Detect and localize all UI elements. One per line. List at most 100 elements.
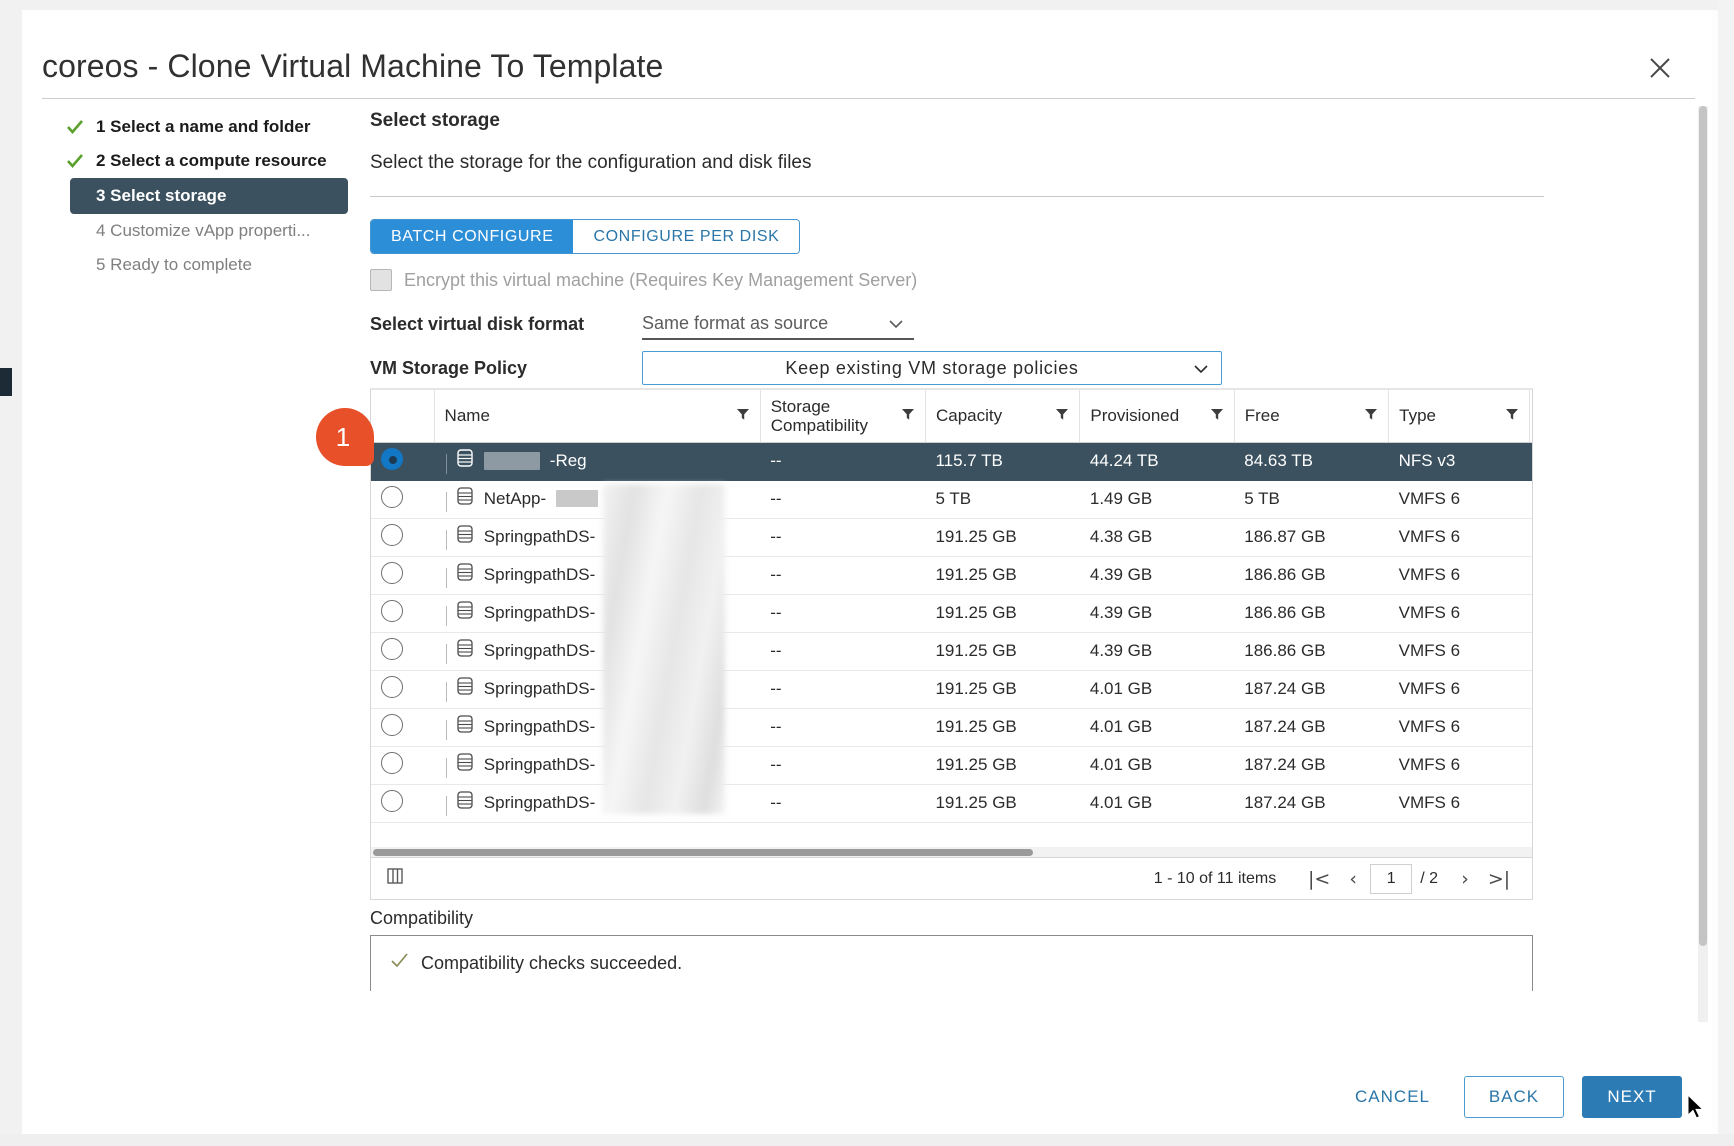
sidebar-item-select-storage[interactable]: 3 Select storage	[70, 178, 348, 214]
filter-icon[interactable]	[1364, 406, 1378, 425]
row-cluster	[1529, 480, 1532, 519]
filter-icon[interactable]	[1505, 406, 1519, 425]
table-row[interactable]: SpringpathDS- -- 191.25 GB 4.39 GB 186.8…	[371, 594, 1532, 633]
dialog-vertical-scrollbar[interactable]	[1698, 106, 1708, 1022]
annotation-badge-1: 1	[316, 408, 374, 466]
table-row[interactable]: SpringpathDS- -- 191.25 GB 4.39 GB 186.8…	[371, 632, 1532, 671]
row-capacity: 191.25 GB	[925, 518, 1080, 557]
row-radio[interactable]	[381, 751, 403, 774]
pagination-first-button[interactable]: |<	[1302, 864, 1336, 894]
row-free: 186.86 GB	[1234, 594, 1389, 633]
row-radio[interactable]	[381, 789, 403, 812]
table-horizontal-scrollbar[interactable]	[371, 847, 1532, 857]
row-select-cell[interactable]	[371, 708, 435, 747]
row-select-cell[interactable]	[371, 480, 435, 519]
row-type: VMFS 6	[1388, 784, 1530, 823]
row-select-cell[interactable]	[371, 442, 435, 481]
column-header-storage-compatibility[interactable]: Storage Compatibility	[760, 390, 926, 443]
screen: coreos - Clone Virtual Machine To Templa…	[0, 0, 1734, 1146]
row-free: 186.87 GB	[1234, 518, 1389, 557]
scrollbar-thumb[interactable]	[1699, 106, 1707, 946]
table-row[interactable]: SpringpathDS- -- 191.25 GB 4.01 GB 187.2…	[371, 670, 1532, 709]
row-compat: --	[760, 708, 926, 747]
pagination-next-button[interactable]: ›	[1448, 864, 1482, 894]
row-free: 187.24 GB	[1234, 708, 1389, 747]
filter-icon[interactable]	[1055, 406, 1069, 425]
column-header-free[interactable]: Free	[1234, 390, 1390, 443]
sidebar-item-label: 2 Select a compute resource	[96, 151, 327, 170]
column-header-capacity[interactable]: Capacity	[925, 390, 1081, 443]
storage-policy-value: Keep existing VM storage policies	[785, 357, 1079, 378]
table-row[interactable]: -Reg -- 115.7 TB 44.24 TB 84.63 TB NFS v…	[371, 442, 1532, 481]
row-select-cell[interactable]	[371, 632, 435, 671]
table-header: Name Storage Compatibility Capacity Prov…	[371, 390, 1532, 443]
row-select-cell[interactable]	[371, 556, 435, 595]
column-picker-icon[interactable]	[385, 866, 405, 891]
back-button[interactable]: BACK	[1464, 1076, 1564, 1118]
column-header-name[interactable]: Name	[434, 390, 761, 443]
column-header-provisioned[interactable]: Provisioned	[1079, 390, 1235, 443]
sidebar-item-select-compute-resource[interactable]: 2 Select a compute resource	[44, 144, 344, 178]
table-row[interactable]: SpringpathDS- -- 191.25 GB 4.38 GB 186.8…	[371, 518, 1532, 557]
close-icon[interactable]	[1646, 54, 1674, 82]
next-button[interactable]: NEXT	[1582, 1076, 1682, 1118]
window-left-edge	[0, 0, 22, 1146]
column-header-cluster[interactable]: Cluste	[1529, 390, 1532, 443]
row-free: 187.24 GB	[1234, 746, 1389, 785]
table-row[interactable]: SpringpathDS- -- 191.25 GB 4.01 GB 187.2…	[371, 784, 1532, 823]
chevron-down-icon	[888, 316, 904, 337]
column-header-type[interactable]: Type	[1388, 390, 1531, 443]
table-body: -Reg -- 115.7 TB 44.24 TB 84.63 TB NFS v…	[371, 442, 1532, 823]
encrypt-vm-checkbox	[370, 269, 392, 291]
table-row[interactable]: NetApp- -Reg-1 -- 5 TB 1.49 GB 5 TB VMFS …	[371, 480, 1532, 519]
row-name-prefix: NetApp-	[483, 488, 547, 508]
sidebar-item-ready-to-complete[interactable]: 5 Ready to complete	[44, 248, 344, 282]
sidebar-item-customize-vapp-properties[interactable]: 4 Customize vApp properti...	[44, 214, 344, 248]
row-select-cell[interactable]	[371, 746, 435, 785]
pagination-last-button[interactable]: >|	[1482, 864, 1516, 894]
row-select-cell[interactable]	[371, 594, 435, 633]
sidebar-item-label: 4 Customize vApp properti...	[96, 221, 311, 240]
table-row[interactable]: SpringpathDS- -- 191.25 GB 4.01 GB 187.2…	[371, 746, 1532, 785]
filter-icon[interactable]	[736, 406, 750, 425]
storage-policy-select[interactable]: Keep existing VM storage policies	[642, 351, 1222, 385]
row-name-prefix: SpringpathDS-	[483, 716, 596, 736]
clone-vm-wizard-dialog: coreos - Clone Virtual Machine To Templa…	[22, 10, 1712, 1134]
row-select-cell[interactable]	[371, 784, 435, 823]
pagination-prev-button[interactable]: ‹	[1336, 864, 1370, 894]
datastore-icon	[456, 638, 474, 663]
storage-policy-label: VM Storage Policy	[370, 357, 528, 378]
row-radio[interactable]	[381, 447, 403, 470]
row-compat: --	[760, 784, 926, 823]
filter-icon[interactable]	[901, 406, 915, 425]
pagination-page-input[interactable]: 1	[1370, 863, 1413, 894]
datastore-icon	[456, 448, 474, 473]
row-radio[interactable]	[381, 675, 403, 698]
row-radio[interactable]	[381, 485, 403, 508]
badge-number: 1	[335, 421, 351, 452]
row-radio[interactable]	[381, 599, 403, 622]
configure-mode-tabs: BATCH CONFIGURE CONFIGURE PER DISK	[370, 219, 801, 254]
sidebar-item-select-name-and-folder[interactable]: 1 Select a name and folder	[44, 110, 344, 144]
tab-configure-per-disk[interactable]: CONFIGURE PER DISK	[573, 220, 800, 253]
encrypt-vm-label: Encrypt this virtual machine (Requires K…	[404, 269, 918, 290]
table-row[interactable]: SpringpathDS- -- 191.25 GB 4.01 GB 187.2…	[371, 708, 1532, 747]
row-type: VMFS 6	[1388, 556, 1530, 595]
tab-batch-configure[interactable]: BATCH CONFIGURE	[371, 220, 574, 253]
row-radio[interactable]	[381, 637, 403, 660]
row-provisioned: 4.39 GB	[1079, 556, 1235, 595]
scrollbar-thumb[interactable]	[373, 849, 1033, 856]
row-compat: --	[760, 556, 926, 595]
row-radio[interactable]	[381, 713, 403, 736]
row-select-cell[interactable]	[371, 670, 435, 709]
datastore-icon	[456, 676, 474, 701]
row-provisioned: 4.38 GB	[1079, 518, 1235, 557]
disk-format-select[interactable]: Same format as source	[642, 308, 914, 340]
table-row[interactable]: SpringpathDS- -- 191.25 GB 4.39 GB 186.8…	[371, 556, 1532, 595]
row-radio[interactable]	[381, 561, 403, 584]
row-select-cell[interactable]	[371, 518, 435, 557]
filter-icon[interactable]	[1210, 406, 1224, 425]
page-title: coreos - Clone Virtual Machine To Templa…	[42, 48, 664, 84]
cancel-button[interactable]: CANCEL	[1339, 1077, 1446, 1117]
row-radio[interactable]	[381, 523, 403, 546]
